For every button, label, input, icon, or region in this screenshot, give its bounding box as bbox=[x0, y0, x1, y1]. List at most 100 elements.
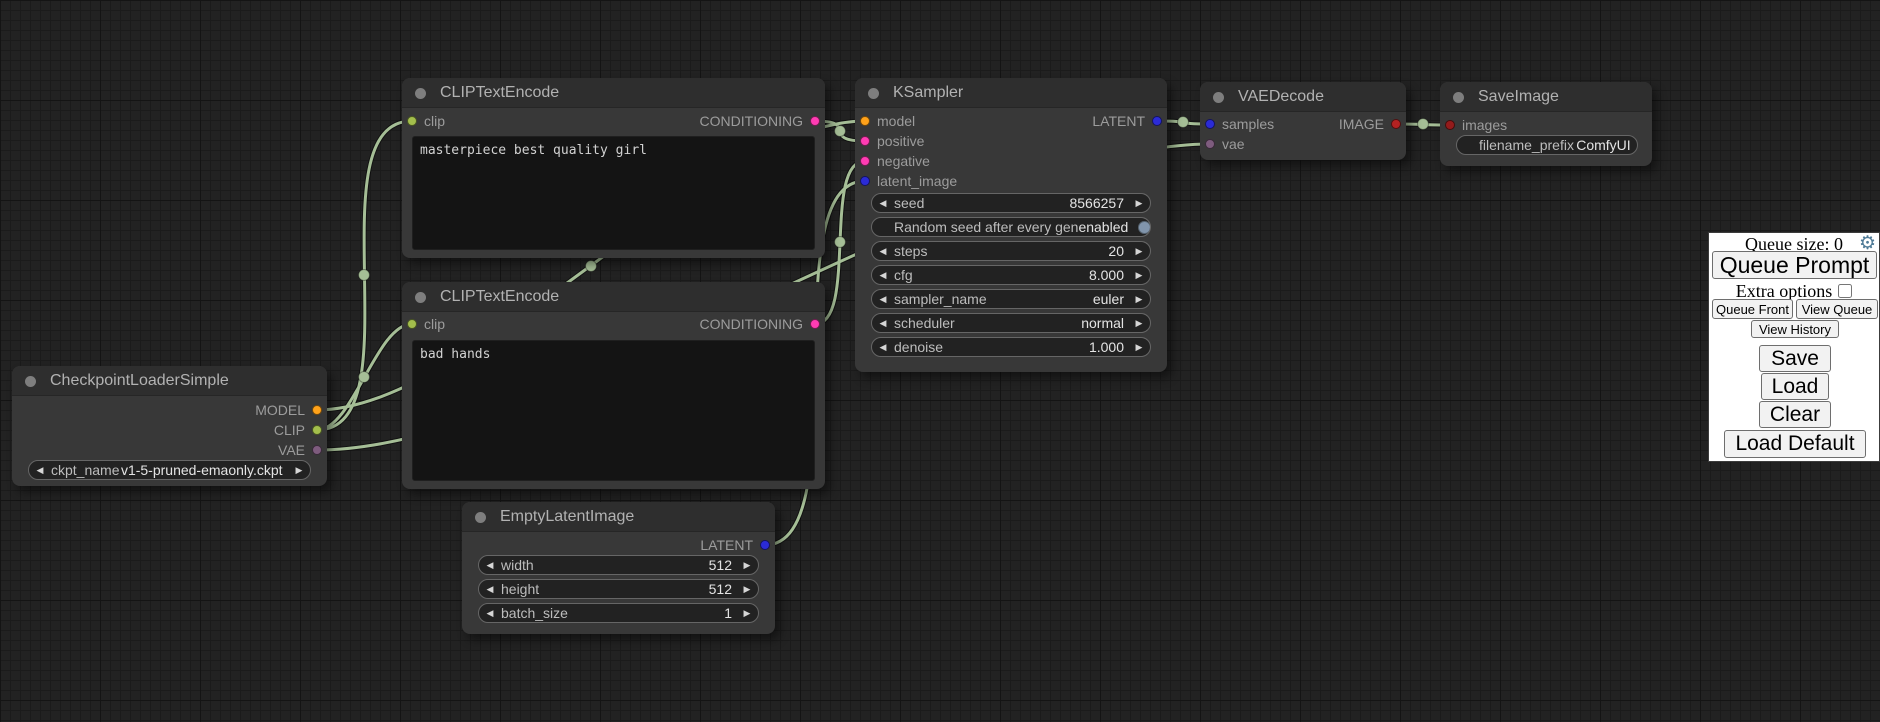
node-title-text: VAEDecode bbox=[1238, 88, 1324, 105]
collapse-dot-icon[interactable] bbox=[415, 88, 426, 99]
node-titlebar[interactable]: EmptyLatentImage bbox=[462, 502, 775, 532]
random-seed-toggle[interactable] bbox=[1138, 221, 1151, 234]
node-titlebar[interactable]: CLIPTextEncode bbox=[402, 282, 825, 312]
output-model: MODEL bbox=[255, 400, 327, 420]
batch-size-decrement-icon[interactable]: ◀ bbox=[479, 608, 501, 619]
sampler-name-increment-icon[interactable]: ▶ bbox=[1128, 294, 1150, 305]
input-positive: positive bbox=[855, 131, 924, 151]
node-titlebar[interactable]: SaveImage bbox=[1440, 82, 1652, 112]
node-titlebar[interactable]: CLIPTextEncode bbox=[402, 78, 825, 108]
queue-front-button[interactable]: Queue Front bbox=[1712, 299, 1793, 319]
node-empty-latent-image[interactable]: EmptyLatentImage LATENT ◀ width 512 ▶ ◀ … bbox=[462, 502, 775, 634]
batch-size-increment-icon[interactable]: ▶ bbox=[736, 608, 758, 619]
negative-prompt-textarea[interactable]: bad hands bbox=[412, 340, 815, 481]
input-latent-image: latent_image bbox=[855, 171, 957, 191]
collapse-dot-icon[interactable] bbox=[868, 88, 879, 99]
view-history-button[interactable]: View History bbox=[1751, 320, 1839, 338]
scheduler-decrement-icon[interactable]: ◀ bbox=[872, 318, 894, 329]
queue-prompt-button[interactable]: Queue Prompt bbox=[1712, 251, 1877, 279]
scheduler-increment-icon[interactable]: ▶ bbox=[1128, 318, 1150, 329]
input-model: model bbox=[855, 111, 915, 131]
positive-input-dot[interactable] bbox=[860, 136, 870, 146]
clip-input-dot[interactable] bbox=[407, 116, 417, 126]
node-vae-decode[interactable]: VAEDecode samples vae IMAGE bbox=[1200, 82, 1406, 160]
collapse-dot-icon[interactable] bbox=[1213, 92, 1224, 103]
view-queue-button[interactable]: View Queue bbox=[1796, 299, 1878, 319]
negative-input-dot[interactable] bbox=[860, 156, 870, 166]
node-save-image[interactable]: SaveImage images filename_prefix ComfyUI bbox=[1440, 82, 1652, 166]
denoise-increment-icon[interactable]: ▶ bbox=[1128, 342, 1150, 353]
output-vae: VAE bbox=[278, 440, 327, 460]
width-decrement-icon[interactable]: ◀ bbox=[479, 560, 501, 571]
steps-decrement-icon[interactable]: ◀ bbox=[872, 246, 894, 257]
node-clip-text-encode-positive[interactable]: CLIPTextEncode clip CONDITIONING masterp… bbox=[402, 78, 825, 258]
load-button[interactable]: Load bbox=[1761, 373, 1829, 400]
images-input-dot[interactable] bbox=[1445, 120, 1455, 130]
ckpt-name-widget[interactable]: ◀ ckpt_name v1-5-pruned-emaonly.ckpt ▶ bbox=[28, 460, 311, 480]
wire-dot bbox=[1178, 117, 1189, 128]
height-decrement-icon[interactable]: ◀ bbox=[479, 584, 501, 595]
comfy-menu-panel: Queue size: 0 ⚙ Queue Prompt Extra optio… bbox=[1708, 232, 1880, 462]
extra-options-checkbox[interactable] bbox=[1838, 284, 1852, 298]
latent-output-dot[interactable] bbox=[760, 540, 770, 550]
ckpt-name-increment-icon[interactable]: ▶ bbox=[288, 465, 310, 476]
node-title-text: EmptyLatentImage bbox=[500, 508, 634, 525]
node-clip-text-encode-negative[interactable]: CLIPTextEncode clip CONDITIONING bad han… bbox=[402, 282, 825, 489]
seed-decrement-icon[interactable]: ◀ bbox=[872, 198, 894, 209]
scheduler-widget[interactable]: ◀ scheduler normal ▶ bbox=[871, 313, 1151, 333]
sampler-name-widget[interactable]: ◀ sampler_name euler ▶ bbox=[871, 289, 1151, 309]
load-default-button[interactable]: Load Default bbox=[1724, 430, 1866, 458]
positive-prompt-textarea[interactable]: masterpiece best quality girl bbox=[412, 136, 815, 250]
cfg-decrement-icon[interactable]: ◀ bbox=[872, 270, 894, 281]
input-clip: clip bbox=[402, 314, 445, 334]
node-titlebar[interactable]: CheckpointLoaderSimple bbox=[12, 366, 327, 396]
seed-widget[interactable]: ◀ seed 8566257 ▶ bbox=[871, 193, 1151, 213]
image-output-dot[interactable] bbox=[1391, 119, 1401, 129]
seed-increment-icon[interactable]: ▶ bbox=[1128, 198, 1150, 209]
sampler-name-decrement-icon[interactable]: ◀ bbox=[872, 294, 894, 305]
input-vae: vae bbox=[1200, 134, 1245, 154]
node-ksampler[interactable]: KSampler model positive negative latent_… bbox=[855, 78, 1167, 372]
node-title-text: CheckpointLoaderSimple bbox=[50, 372, 229, 389]
height-widget[interactable]: ◀ height 512 ▶ bbox=[478, 579, 759, 599]
collapse-dot-icon[interactable] bbox=[415, 292, 426, 303]
model-output-dot[interactable] bbox=[312, 405, 322, 415]
clear-button[interactable]: Clear bbox=[1759, 401, 1831, 428]
output-latent: LATENT bbox=[1092, 111, 1167, 131]
steps-increment-icon[interactable]: ▶ bbox=[1128, 246, 1150, 257]
node-titlebar[interactable]: VAEDecode bbox=[1200, 82, 1406, 112]
wire-dot bbox=[835, 126, 846, 137]
node-title-text: CLIPTextEncode bbox=[440, 288, 559, 305]
filename-prefix-widget[interactable]: filename_prefix ComfyUI bbox=[1456, 135, 1638, 155]
clip-output-dot[interactable] bbox=[312, 425, 322, 435]
model-input-dot[interactable] bbox=[860, 116, 870, 126]
node-graph-canvas[interactable]: CheckpointLoaderSimple MODEL CLIP VAE ◀ … bbox=[0, 0, 1880, 722]
samples-input-dot[interactable] bbox=[1205, 119, 1215, 129]
ckpt-name-decrement-icon[interactable]: ◀ bbox=[29, 465, 51, 476]
width-increment-icon[interactable]: ▶ bbox=[736, 560, 758, 571]
steps-widget[interactable]: ◀ steps 20 ▶ bbox=[871, 241, 1151, 261]
conditioning-output-dot[interactable] bbox=[810, 319, 820, 329]
batch-size-widget[interactable]: ◀ batch_size 1 ▶ bbox=[478, 603, 759, 623]
conditioning-output-dot[interactable] bbox=[810, 116, 820, 126]
latent-output-dot[interactable] bbox=[1152, 116, 1162, 126]
denoise-widget[interactable]: ◀ denoise 1.000 ▶ bbox=[871, 337, 1151, 357]
collapse-dot-icon[interactable] bbox=[475, 512, 486, 523]
random-seed-widget[interactable]: Random seed after every gen enabled bbox=[871, 217, 1151, 237]
save-button[interactable]: Save bbox=[1759, 345, 1831, 372]
denoise-decrement-icon[interactable]: ◀ bbox=[872, 342, 894, 353]
vae-output-dot[interactable] bbox=[312, 445, 322, 455]
width-widget[interactable]: ◀ width 512 ▶ bbox=[478, 555, 759, 575]
node-titlebar[interactable]: KSampler bbox=[855, 78, 1167, 108]
extra-options-row: Extra options bbox=[1709, 281, 1879, 301]
collapse-dot-icon[interactable] bbox=[1453, 92, 1464, 103]
node-checkpoint-loader[interactable]: CheckpointLoaderSimple MODEL CLIP VAE ◀ … bbox=[12, 366, 327, 486]
cfg-increment-icon[interactable]: ▶ bbox=[1128, 270, 1150, 281]
height-increment-icon[interactable]: ▶ bbox=[736, 584, 758, 595]
node-title-text: KSampler bbox=[893, 84, 963, 101]
cfg-widget[interactable]: ◀ cfg 8.000 ▶ bbox=[871, 265, 1151, 285]
collapse-dot-icon[interactable] bbox=[25, 376, 36, 387]
vae-input-dot[interactable] bbox=[1205, 139, 1215, 149]
clip-input-dot[interactable] bbox=[407, 319, 417, 329]
latent-image-input-dot[interactable] bbox=[860, 176, 870, 186]
